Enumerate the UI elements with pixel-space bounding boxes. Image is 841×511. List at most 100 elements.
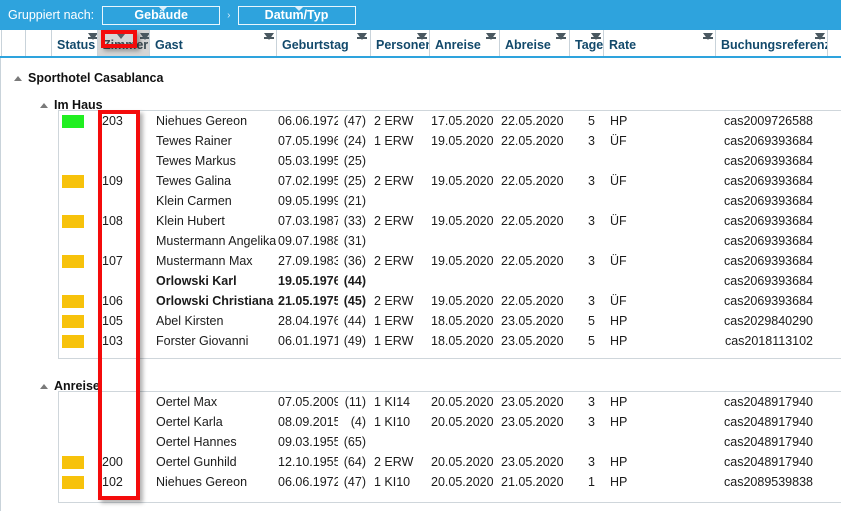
table-row[interactable]: Tewes Rainer 07.05.1996 (24) 1 ERW 19.05.202… (0, 131, 841, 151)
cell-tage (571, 231, 595, 251)
cell-buchungsreferenz: cas2048917940 (724, 415, 813, 429)
column-header-personen[interactable]: Personen (371, 30, 430, 56)
cell-abreise (501, 191, 563, 211)
status-badge (62, 476, 84, 489)
cell-abreise (501, 271, 563, 291)
cell-alter: (47) (343, 475, 366, 489)
cell-anreise: 17.05.2020 (431, 114, 493, 128)
column-header-gast[interactable]: Gast (150, 30, 277, 56)
cell-zimmer (102, 231, 142, 251)
cell-anreise: 19.05.2020 (431, 294, 493, 308)
table-row[interactable]: Orlowski Karl 19.05.1976 (44) cas2069393684 (0, 271, 841, 291)
table-row[interactable]: Oertel Karla 08.09.2015 (4) 1 KI10 20.05.202… (0, 412, 841, 432)
cell-abreise: 23.05.2020 (501, 314, 563, 328)
filter-icon[interactable] (591, 33, 601, 40)
column-header-label: Buchungsreferenz (721, 38, 828, 52)
cell-gast: Oertel Max (156, 395, 218, 409)
cell-gast: Oertel Karla (156, 415, 223, 429)
filter-icon[interactable] (556, 33, 566, 40)
cell-zimmer: 106 (102, 294, 123, 308)
table-row[interactable]: 200 Oertel Gunhild 12.10.1955 (64) 2 ERW 20.0… (0, 452, 841, 472)
cell-gast: Klein Hubert (156, 214, 225, 228)
group-header-hotel[interactable]: Sporthotel Casablanca (14, 68, 163, 88)
column-header-status[interactable]: Status (52, 30, 98, 56)
cell-geburtstag: 06.06.1972 (278, 114, 338, 128)
column-header-rate[interactable]: Rate (604, 30, 716, 56)
filter-icon[interactable] (703, 33, 713, 40)
column-header-anreise[interactable]: Anreise (430, 30, 500, 56)
cell-zimmer (102, 412, 142, 432)
group-chip-datum-typ[interactable]: Datum/Typ (237, 5, 356, 25)
table-row[interactable]: 203 Niehues Gereon 06.06.1972 (47) 2 ERW 17.0… (0, 111, 841, 131)
cell-tage: 3 (588, 134, 595, 148)
cell-personen: 1 ERW (374, 334, 414, 348)
cell-buchungsreferenz: cas2069393684 (724, 254, 813, 268)
cell-zimmer: 200 (102, 455, 123, 469)
cell-alter: (64) (343, 455, 366, 469)
cell-personen (374, 191, 430, 211)
cell-buchungsreferenz: cas2048917940 (724, 395, 813, 409)
status-badge (62, 175, 84, 188)
cell-rate: HP (610, 314, 628, 328)
cell-tage: 5 (588, 314, 595, 328)
cell-buchungsreferenz: cas2048917940 (724, 435, 813, 449)
collapse-triangle-icon[interactable] (40, 102, 48, 108)
column-header-zimmer[interactable]: Zimmer (98, 30, 150, 56)
collapse-triangle-icon[interactable] (40, 383, 48, 389)
cell-personen: 2 ERW (374, 294, 414, 308)
cell-rate (610, 191, 670, 211)
cell-alter: (49) (343, 334, 366, 348)
cell-gast: Niehues Gereon (156, 475, 248, 489)
filter-icon[interactable] (140, 33, 149, 40)
table-row[interactable]: 107 Mustermann Max 27.09.1983 (36) 2 ERW 19.0… (0, 251, 841, 271)
cell-personen: 1 ERW (374, 134, 414, 148)
group-chip-gebaeude[interactable]: Gebäude (102, 5, 221, 25)
cell-gast: Tewes Markus (156, 154, 236, 168)
filter-icon[interactable] (417, 33, 427, 40)
column-header-tage[interactable]: Tage (570, 30, 604, 56)
cell-abreise: 23.05.2020 (501, 455, 563, 469)
table-row[interactable]: 106 Orlowski Christiana 21.05.1975 (45) 2 ER… (0, 291, 841, 311)
column-header-blank2[interactable] (26, 30, 52, 56)
cell-geburtstag: 07.05.1996 (278, 134, 338, 148)
table-row[interactable]: Oertel Max 07.05.2009 (11) 1 KI14 20.05.2020… (0, 392, 841, 412)
table-row[interactable]: Tewes Markus 05.03.1995 (25) cas2069393684 (0, 151, 841, 171)
cell-buchungsreferenz: cas2069393684 (724, 294, 813, 308)
cell-buchungsreferenz: cas2029840290 (724, 314, 813, 328)
table-row[interactable]: Oertel Hannes 09.03.1955 (65) cas2048917940 (0, 432, 841, 452)
table-row[interactable]: Mustermann Angelika 09.07.1988 (31) cas2069… (0, 231, 841, 251)
filter-icon[interactable] (88, 33, 97, 40)
cell-rate (610, 151, 670, 171)
collapse-triangle-icon[interactable] (14, 75, 22, 81)
cell-buchungsreferenz: cas2069393684 (724, 154, 813, 168)
column-header-buchungsreferenz[interactable]: Buchungsreferenz (716, 30, 828, 56)
sort-caret-icon (159, 6, 168, 11)
cell-geburtstag: 06.01.1971 (278, 334, 338, 348)
table-row[interactable]: 105 Abel Kirsten 28.04.1976 (44) 1 ERW 18.05.… (0, 311, 841, 331)
column-header-label: Status (57, 38, 96, 52)
cell-alter: (24) (343, 134, 366, 148)
filter-icon[interactable] (486, 33, 496, 40)
table-row[interactable]: 102 Niehues Gereon 06.06.1972 (47) 1 KI10 20.… (0, 472, 841, 492)
filter-icon[interactable] (815, 33, 825, 40)
cell-zimmer: 107 (102, 254, 123, 268)
table-row[interactable]: 108 Klein Hubert 07.03.1987 (33) 2 ERW 19.05.… (0, 211, 841, 231)
column-header-blank1[interactable] (1, 30, 26, 56)
cell-alter: (25) (343, 154, 366, 168)
sort-descending-icon[interactable] (117, 34, 125, 39)
filter-icon[interactable] (357, 33, 367, 40)
table-row[interactable]: 109 Tewes Galina 07.02.1995 (25) 2 ERW 19.05.… (0, 171, 841, 191)
filter-icon[interactable] (264, 33, 274, 40)
table-row[interactable]: Klein Carmen 09.05.1999 (21) cas2069393684 (0, 191, 841, 211)
column-header-geburtstag[interactable]: Geburtstag (277, 30, 371, 56)
cell-rate: ÜF (610, 294, 627, 308)
cell-abreise: 21.05.2020 (501, 475, 563, 489)
table-row[interactable]: 103 Forster Giovanni 06.01.1971 (49) 1 ERW 18… (0, 331, 841, 351)
column-header-abreise[interactable]: Abreise (500, 30, 570, 56)
cell-zimmer: 102 (102, 475, 123, 489)
cell-gast: Mustermann Max (156, 254, 253, 268)
cell-geburtstag: 09.05.1999 (278, 194, 338, 208)
cell-rate: ÜF (610, 134, 627, 148)
grid-body[interactable]: Sporthotel Casablanca Im Haus 203 Niehues G… (0, 58, 841, 511)
cell-alter: (47) (343, 114, 366, 128)
